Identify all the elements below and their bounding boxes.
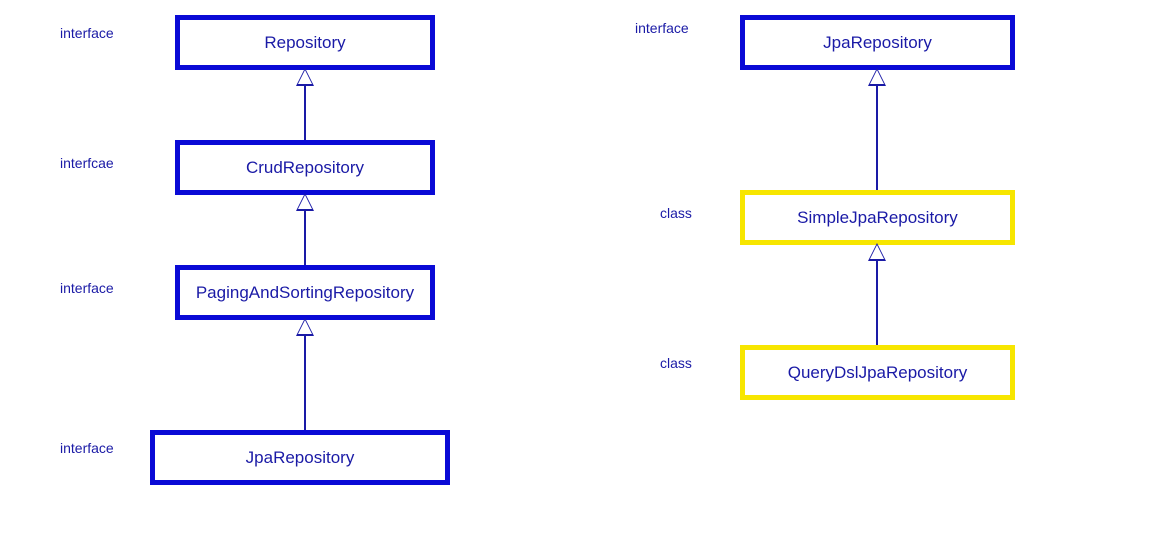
- box-querydsljparepository: QueryDslJpaRepository: [740, 345, 1015, 400]
- box-jparepository-left: JpaRepository: [150, 430, 450, 485]
- stereotype-label: class: [660, 205, 692, 221]
- arrow-up: [876, 70, 878, 190]
- arrow-up: [876, 245, 878, 345]
- box-label: Repository: [264, 33, 345, 53]
- stereotype-label: class: [660, 355, 692, 371]
- box-repository: Repository: [175, 15, 435, 70]
- box-label: JpaRepository: [246, 448, 355, 468]
- stereotype-label: interfcae: [60, 155, 114, 171]
- box-crudrepository: CrudRepository: [175, 140, 435, 195]
- stereotype-label: interface: [60, 280, 114, 296]
- stereotype-label: interface: [635, 20, 689, 36]
- box-label: QueryDslJpaRepository: [788, 363, 968, 383]
- box-label: PagingAndSortingRepository: [196, 283, 414, 303]
- arrow-up: [304, 195, 306, 265]
- arrow-up: [304, 70, 306, 140]
- stereotype-label: interface: [60, 440, 114, 456]
- box-simplejparepository: SimpleJpaRepository: [740, 190, 1015, 245]
- stereotype-label: interface: [60, 25, 114, 41]
- box-pagingandsortingrepository: PagingAndSortingRepository: [175, 265, 435, 320]
- arrow-up: [304, 320, 306, 430]
- box-jparepository-right: JpaRepository: [740, 15, 1015, 70]
- box-label: CrudRepository: [246, 158, 364, 178]
- box-label: SimpleJpaRepository: [797, 208, 958, 228]
- box-label: JpaRepository: [823, 33, 932, 53]
